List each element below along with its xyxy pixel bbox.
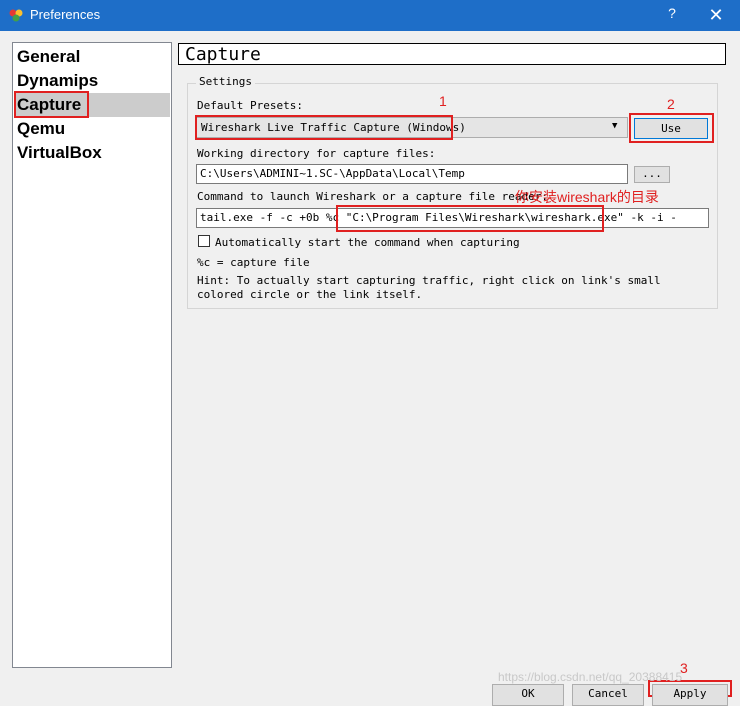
sidebar-item-qemu[interactable]: Qemu [17, 117, 65, 141]
title-bar: Preferences ? ✕ [0, 0, 740, 31]
chevron-down-icon[interactable]: ▼ [612, 121, 617, 131]
default-presets-label: Default Presets: [197, 99, 303, 112]
preferences-sidebar: General Dynamips Capture Qemu VirtualBox [12, 42, 172, 668]
page-title: Capture [178, 43, 726, 65]
sidebar-item-virtualbox[interactable]: VirtualBox [17, 141, 102, 165]
use-highlight-box [629, 113, 714, 143]
window-title: Preferences [30, 7, 101, 22]
auto-start-label: Automatically start the command when cap… [215, 236, 520, 249]
wireshark-path-highlight-box [336, 205, 604, 232]
sidebar-item-general[interactable]: General [17, 45, 80, 69]
capture-highlight-box [14, 91, 89, 118]
working-directory-label: Working directory for capture files: [197, 147, 436, 160]
working-directory-field[interactable]: C:\Users\ADMINI~1.SC-\AppData\Local\Temp [196, 164, 628, 184]
hint-text: Hint: To actually start capturing traffi… [197, 274, 661, 301]
annotation-number-2: 2 [667, 96, 675, 112]
close-button[interactable]: ✕ [702, 4, 730, 26]
install-directory-note: 你安装wireshark的目录 [515, 189, 659, 205]
sidebar-item-dynamips[interactable]: Dynamips [17, 69, 98, 93]
auto-start-checkbox[interactable] [198, 235, 210, 247]
app-icon [9, 9, 23, 22]
presets-highlight-box [195, 115, 453, 140]
annotation-number-1: 1 [439, 93, 447, 109]
help-button[interactable]: ? [662, 5, 682, 25]
ok-button[interactable]: OK [492, 684, 564, 706]
capture-file-note: %c = capture file [197, 256, 310, 269]
command-label: Command to launch Wireshark or a capture… [197, 190, 548, 203]
cancel-button[interactable]: Cancel [572, 684, 644, 706]
apply-button[interactable]: Apply [652, 684, 728, 706]
browse-button[interactable]: ... [634, 166, 670, 183]
watermark-text: https://blog.csdn.net/qq_20388415 [498, 670, 683, 684]
settings-group-label: Settings [196, 75, 255, 88]
